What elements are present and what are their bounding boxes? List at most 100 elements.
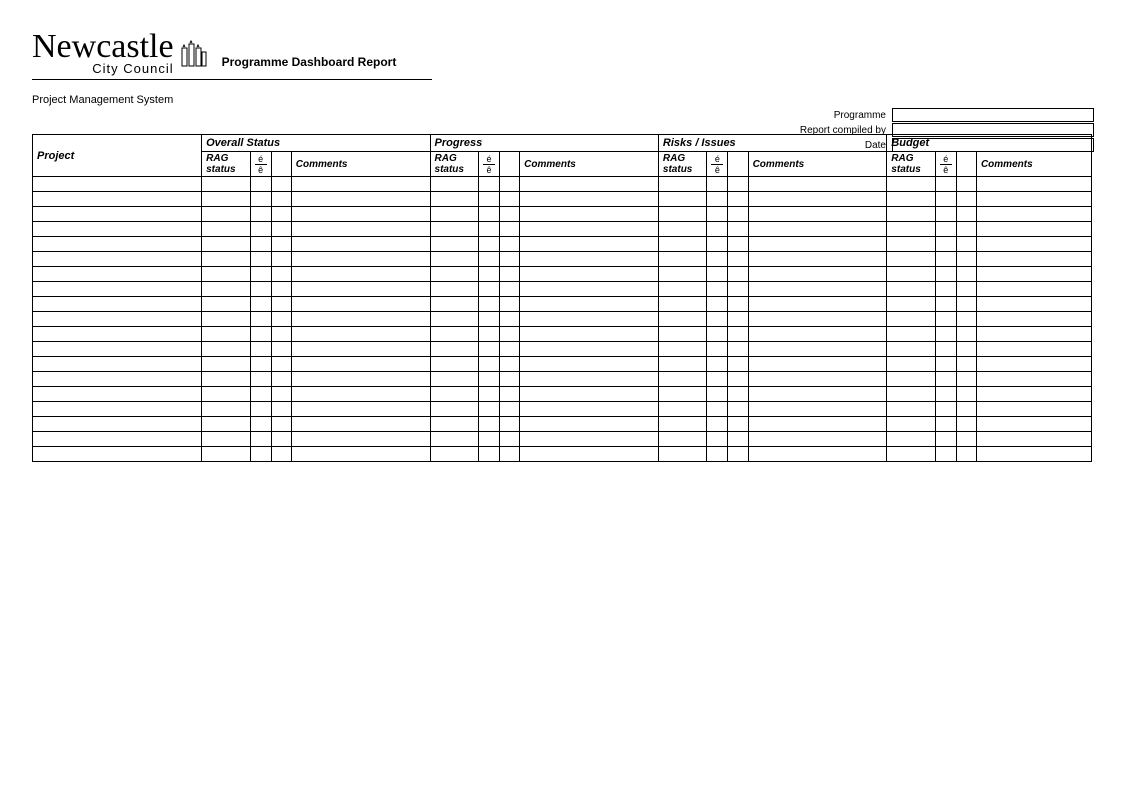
cell[interactable] <box>887 237 935 252</box>
cell[interactable] <box>707 237 728 252</box>
cell[interactable] <box>520 402 659 417</box>
cell[interactable] <box>250 387 271 402</box>
cell[interactable] <box>33 327 202 342</box>
cell[interactable] <box>520 342 659 357</box>
cell[interactable] <box>887 192 935 207</box>
cell[interactable] <box>658 177 706 192</box>
cell[interactable] <box>291 372 430 387</box>
cell[interactable] <box>707 252 728 267</box>
cell[interactable] <box>976 267 1091 282</box>
cell[interactable] <box>478 447 499 462</box>
cell[interactable] <box>728 387 748 402</box>
cell[interactable] <box>887 327 935 342</box>
cell[interactable] <box>33 222 202 237</box>
cell[interactable] <box>478 177 499 192</box>
cell[interactable] <box>478 432 499 447</box>
cell[interactable] <box>748 327 887 342</box>
cell[interactable] <box>33 342 202 357</box>
cell[interactable] <box>478 207 499 222</box>
cell[interactable] <box>887 312 935 327</box>
cell[interactable] <box>33 192 202 207</box>
cell[interactable] <box>271 387 291 402</box>
cell[interactable] <box>271 207 291 222</box>
cell[interactable] <box>976 222 1091 237</box>
cell[interactable] <box>250 252 271 267</box>
cell[interactable] <box>520 372 659 387</box>
cell[interactable] <box>887 417 935 432</box>
cell[interactable] <box>707 297 728 312</box>
cell[interactable] <box>935 177 956 192</box>
cell[interactable] <box>956 252 976 267</box>
cell[interactable] <box>291 192 430 207</box>
cell[interactable] <box>935 357 956 372</box>
cell[interactable] <box>271 342 291 357</box>
cell[interactable] <box>500 192 520 207</box>
cell[interactable] <box>430 417 478 432</box>
cell[interactable] <box>430 342 478 357</box>
cell[interactable] <box>478 387 499 402</box>
cell[interactable] <box>520 447 659 462</box>
cell[interactable] <box>976 312 1091 327</box>
cell[interactable] <box>976 387 1091 402</box>
cell[interactable] <box>202 342 250 357</box>
cell[interactable] <box>976 357 1091 372</box>
cell[interactable] <box>976 372 1091 387</box>
cell[interactable] <box>271 312 291 327</box>
cell[interactable] <box>935 222 956 237</box>
cell[interactable] <box>202 177 250 192</box>
cell[interactable] <box>935 432 956 447</box>
cell[interactable] <box>748 432 887 447</box>
cell[interactable] <box>707 372 728 387</box>
cell[interactable] <box>748 282 887 297</box>
cell[interactable] <box>33 417 202 432</box>
cell[interactable] <box>291 447 430 462</box>
cell[interactable] <box>271 237 291 252</box>
cell[interactable] <box>728 357 748 372</box>
cell[interactable] <box>250 312 271 327</box>
cell[interactable] <box>478 282 499 297</box>
cell[interactable] <box>33 207 202 222</box>
cell[interactable] <box>291 342 430 357</box>
cell[interactable] <box>271 447 291 462</box>
cell[interactable] <box>728 342 748 357</box>
cell[interactable] <box>935 237 956 252</box>
cell[interactable] <box>500 447 520 462</box>
cell[interactable] <box>271 297 291 312</box>
cell[interactable] <box>202 357 250 372</box>
cell[interactable] <box>728 327 748 342</box>
cell[interactable] <box>478 342 499 357</box>
cell[interactable] <box>430 222 478 237</box>
cell[interactable] <box>976 432 1091 447</box>
cell[interactable] <box>202 417 250 432</box>
cell[interactable] <box>520 222 659 237</box>
cell[interactable] <box>956 432 976 447</box>
cell[interactable] <box>520 177 659 192</box>
cell[interactable] <box>430 207 478 222</box>
cell[interactable] <box>500 312 520 327</box>
cell[interactable] <box>271 417 291 432</box>
cell[interactable] <box>707 402 728 417</box>
cell[interactable] <box>33 402 202 417</box>
cell[interactable] <box>291 417 430 432</box>
cell[interactable] <box>478 357 499 372</box>
cell[interactable] <box>935 297 956 312</box>
cell[interactable] <box>707 282 728 297</box>
cell[interactable] <box>658 447 706 462</box>
cell[interactable] <box>956 207 976 222</box>
cell[interactable] <box>658 252 706 267</box>
cell[interactable] <box>976 207 1091 222</box>
cell[interactable] <box>478 402 499 417</box>
cell[interactable] <box>500 297 520 312</box>
cell[interactable] <box>887 402 935 417</box>
cell[interactable] <box>956 372 976 387</box>
cell[interactable] <box>478 267 499 282</box>
cell[interactable] <box>291 207 430 222</box>
cell[interactable] <box>935 207 956 222</box>
cell[interactable] <box>728 417 748 432</box>
cell[interactable] <box>887 267 935 282</box>
cell[interactable] <box>707 447 728 462</box>
cell[interactable] <box>500 267 520 282</box>
cell[interactable] <box>935 417 956 432</box>
cell[interactable] <box>658 432 706 447</box>
cell[interactable] <box>748 297 887 312</box>
